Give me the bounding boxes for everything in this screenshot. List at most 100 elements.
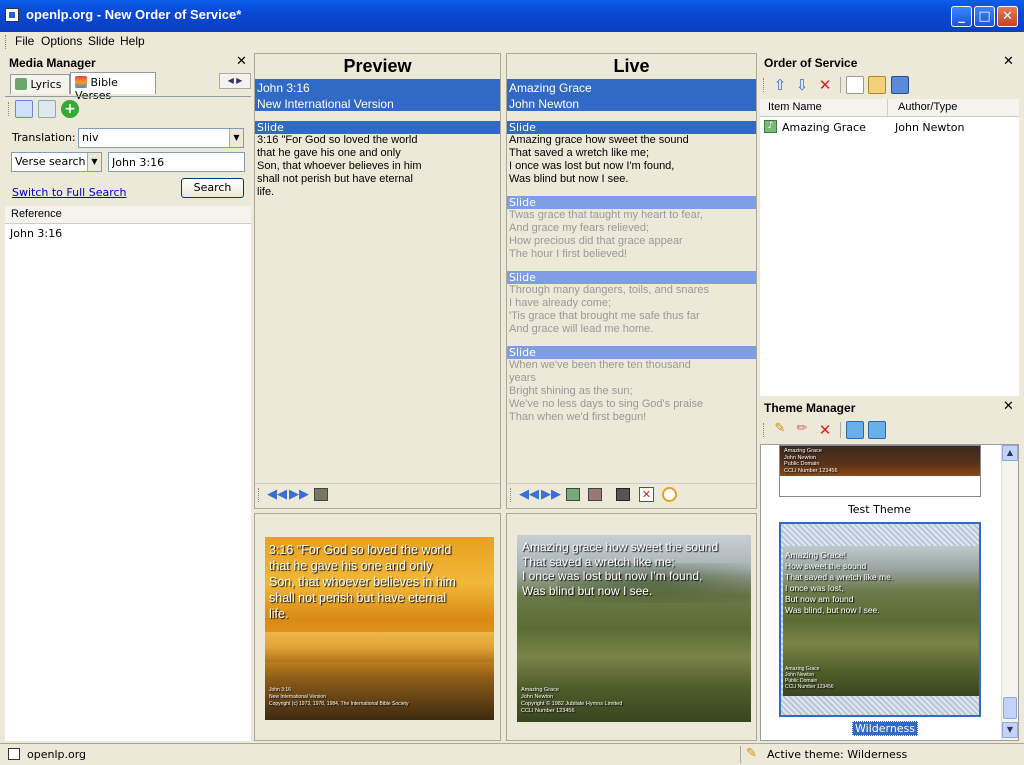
column-author-type[interactable]: Author/Type (898, 101, 957, 113)
reference-column-header[interactable]: Reference (5, 206, 251, 224)
live-slide-label[interactable]: Slide (507, 346, 756, 359)
menu-help[interactable]: Help (120, 34, 145, 48)
stop-loop-icon[interactable]: ✕ (639, 487, 654, 502)
list-view-icon[interactable] (15, 100, 33, 118)
next-slide-icon[interactable]: ▶▶ (289, 487, 309, 502)
live-slide-label[interactable]: Slide (507, 196, 756, 209)
live-slide-text[interactable]: Through many dangers, toils, and snares … (509, 284, 754, 336)
preview-screen[interactable]: 3:16 "For God so loved the world that he… (265, 537, 494, 720)
live-slide-label[interactable]: Slide (507, 271, 756, 284)
live-header-line1: Amazing Grace (509, 81, 592, 95)
live-header-line2: John Newton (509, 97, 580, 111)
window-title: openlp.org - New Order of Service* (26, 7, 242, 22)
maximize-button[interactable]: □ (974, 6, 995, 27)
previous-slide-icon[interactable]: ◀◀ (267, 487, 287, 502)
title-bar: openlp.org - New Order of Service* _ □ ✕ (0, 0, 1024, 32)
preview-screen-footer: John 3:16 New International Version Copy… (269, 687, 409, 707)
preview-slide-text[interactable]: 3:16 "For God so loved the world that he… (257, 134, 497, 199)
preview-slide-label[interactable]: Slide (255, 121, 500, 134)
live-slide-text[interactable]: Amazing grace how sweet the sound That s… (509, 134, 754, 186)
translation-label: Translation: (12, 131, 76, 144)
new-theme-icon[interactable]: ✎ (771, 421, 789, 439)
theme-thumb-test[interactable]: Amazing Grace John Newton Public Domain … (779, 445, 981, 497)
theme-name-wilderness[interactable]: Wilderness (852, 721, 919, 736)
app-status-icon (8, 748, 20, 760)
open-folder-icon[interactable] (868, 76, 886, 94)
live-controls: ◀◀ ▶▶ ✕ (507, 483, 756, 505)
translation-select[interactable]: niv ▼ (78, 128, 244, 148)
theme-status-icon: ✎ (746, 746, 757, 761)
live-title: Live (613, 56, 650, 76)
delete-theme-icon[interactable]: ✕ (816, 421, 834, 439)
switch-full-search-link[interactable]: Switch to Full Search (12, 186, 127, 199)
new-service-icon[interactable] (846, 76, 864, 94)
song-icon: ♪ (764, 120, 777, 133)
search-button[interactable]: Search (181, 178, 244, 198)
media-manager-close-icon[interactable]: ✕ (236, 54, 247, 69)
service-list-header: Item Name Author/Type (760, 99, 1019, 117)
menu-grip (5, 35, 8, 49)
preview-panel: Preview John 3:16 New International Vers… (254, 53, 501, 509)
previous-slide-icon[interactable]: ◀◀ (519, 487, 539, 502)
desktop-screen-icon[interactable] (616, 488, 630, 501)
tab-lyrics-label: Lyrics (30, 78, 62, 91)
order-of-service: Order of Service ✕ ⇧ ⇩ ✕ Item Name Autho… (760, 53, 1019, 396)
column-item-name[interactable]: Item Name (768, 101, 822, 113)
menu-options[interactable]: Options (41, 34, 82, 48)
go-live-icon[interactable] (314, 488, 328, 501)
preview-header-line2: New International Version (257, 97, 394, 111)
timer-icon[interactable] (662, 487, 677, 502)
move-up-icon[interactable]: ⇧ (771, 76, 789, 94)
live-screen[interactable]: Amazing grace how sweet the sound That s… (517, 535, 751, 722)
edit-theme-icon[interactable]: ✏ (793, 421, 811, 439)
scroll-thumb[interactable] (1003, 697, 1017, 719)
search-type-value: Verse search (15, 155, 86, 168)
menu-slide[interactable]: Slide (88, 34, 115, 48)
menu-bar: File Options Slide Help (0, 32, 1024, 52)
preview-icon[interactable] (38, 100, 56, 118)
add-to-service-icon[interactable]: + (61, 100, 79, 118)
service-item-author: John Newton (895, 121, 965, 134)
theme-thumb-text: Amazing Grace! How sweet the sound That … (785, 550, 894, 615)
close-icon: ✕ (1002, 9, 1013, 24)
service-list: ♪ Amazing Grace John Newton (760, 117, 1019, 396)
verse-search-input[interactable] (108, 152, 245, 172)
scroll-down-icon[interactable]: ▼ (1002, 722, 1018, 738)
delete-icon[interactable]: ✕ (816, 76, 834, 94)
theme-thumb-footer: Amazing Grace John Newton Public Domain … (785, 666, 834, 690)
live-slide-label[interactable]: Slide (507, 121, 756, 134)
scroll-up-icon[interactable]: ▲ (1002, 445, 1018, 461)
tab-bible-verses[interactable]: Bible Verses (70, 72, 156, 102)
import-theme-icon[interactable] (846, 421, 864, 439)
live-slide-text[interactable]: When we've been there ten thousand years… (509, 359, 754, 424)
export-theme-icon[interactable] (868, 421, 886, 439)
theme-thumb-wilderness[interactable]: Amazing Grace! How sweet the sound That … (779, 522, 981, 717)
theme-scrollbar[interactable]: ▲ ▼ (1001, 445, 1018, 740)
search-type-select[interactable]: Verse search ▼ (11, 152, 102, 172)
chevron-down-icon: ▼ (87, 153, 101, 171)
theme-manager-close-icon[interactable]: ✕ (1003, 399, 1014, 414)
table-row[interactable]: ♪ Amazing Grace John Newton (760, 119, 1019, 135)
preview-header[interactable]: John 3:16 New International Version (255, 79, 500, 111)
move-down-icon[interactable]: ⇩ (793, 76, 811, 94)
blank-screen-icon[interactable] (566, 488, 580, 501)
theme-name-test[interactable]: Test Theme (761, 503, 998, 516)
live-slide-text[interactable]: Twas grace that taught my heart to fear,… (509, 209, 754, 261)
live-panel: Live Amazing Grace John Newton Slide Ama… (506, 53, 757, 509)
tab-lyrics[interactable]: Lyrics (10, 74, 70, 94)
service-item-name: Amazing Grace (782, 121, 866, 134)
status-left-text: openlp.org (27, 748, 87, 761)
order-of-service-close-icon[interactable]: ✕ (1003, 54, 1014, 69)
list-item[interactable]: John 3:16 (10, 227, 62, 240)
media-manager-title: Media Manager (9, 56, 96, 70)
theme-manager-title: Theme Manager (764, 401, 856, 415)
tab-scroll-buttons[interactable]: ◀ ▶ (219, 73, 251, 89)
live-header[interactable]: Amazing Grace John Newton (507, 79, 756, 111)
menu-file[interactable]: File (15, 34, 34, 48)
next-slide-icon[interactable]: ▶▶ (541, 487, 561, 502)
theme-screen-icon[interactable] (588, 488, 602, 501)
minimize-button[interactable]: _ (951, 6, 972, 27)
music-icon (15, 78, 27, 90)
close-button[interactable]: ✕ (997, 6, 1018, 27)
save-icon[interactable] (891, 76, 909, 94)
